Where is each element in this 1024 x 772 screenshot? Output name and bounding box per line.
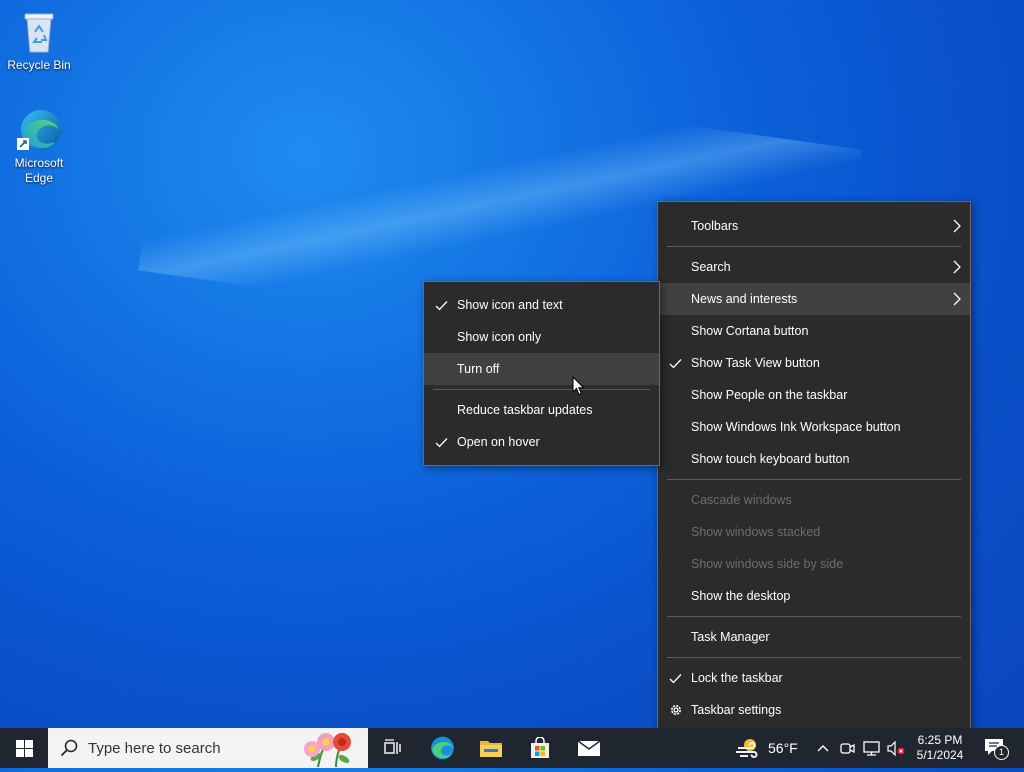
submenu-item-label: Open on hover (457, 435, 540, 449)
clock-date: 5/1/2024 (916, 748, 964, 762)
edge-icon (15, 106, 63, 154)
recycle-bin-icon (15, 8, 63, 56)
menu-item-label: Show Cortana button (691, 324, 809, 338)
submenu-item-label: Reduce taskbar updates (457, 403, 593, 417)
menu-item-label: Show the desktop (691, 589, 791, 603)
menu-separator (667, 657, 961, 658)
menu-item-show-windows-ink[interactable]: Show Windows Ink Workspace button (658, 411, 970, 443)
menu-item-news-and-interests[interactable]: News and interests (658, 283, 970, 315)
notification-count-badge: 1 (994, 745, 1009, 760)
tray-volume-button[interactable] (884, 728, 908, 768)
menu-item-label: Task Manager (691, 630, 770, 644)
recycle-bin-label: Recycle Bin (7, 58, 71, 72)
task-view-icon (384, 739, 401, 754)
submenu-item-show-icon-and-text[interactable]: Show icon and text (424, 289, 659, 321)
gear-icon (669, 694, 683, 726)
menu-item-show-cortana-button[interactable]: Show Cortana button (658, 315, 970, 347)
menu-item-show-people[interactable]: Show People on the taskbar (658, 379, 970, 411)
search-highlight-flowers-icon (298, 729, 360, 772)
menu-item-lock-the-taskbar[interactable]: Lock the taskbar (658, 662, 970, 694)
menu-item-show-windows-side-by-side: Show windows side by side (658, 548, 970, 580)
taskbar-context-menu: Toolbars Search News and interests Show … (657, 201, 971, 735)
network-icon (862, 740, 880, 756)
folder-icon (480, 741, 502, 757)
menu-separator (433, 389, 650, 390)
show-hidden-icons-button[interactable] (812, 728, 834, 768)
menu-item-label: Search (691, 260, 731, 274)
task-view-button[interactable] (368, 728, 416, 768)
search-icon (60, 739, 78, 762)
taskbar-mail-button[interactable] (565, 728, 613, 768)
desktop-icon-microsoft-edge[interactable]: Microsoft Edge (1, 106, 77, 186)
submenu-item-reduce-taskbar-updates[interactable]: Reduce taskbar updates (424, 394, 659, 426)
meet-now-icon (839, 742, 855, 754)
taskbar-search-box[interactable] (48, 728, 368, 768)
clock-time: 6:25 PM (917, 733, 963, 747)
menu-item-label: Cascade windows (691, 493, 792, 507)
menu-item-label: Show windows side by side (691, 557, 844, 571)
search-input[interactable] (88, 738, 288, 758)
menu-item-task-manager[interactable]: Task Manager (658, 621, 970, 653)
menu-item-label: Show Windows Ink Workspace button (691, 420, 901, 434)
taskbar-clock[interactable]: 6:25 PM 5/1/2024 (910, 728, 970, 768)
windows-logo-icon (15, 739, 33, 757)
submenu-item-label: Show icon only (457, 330, 542, 344)
menu-item-show-the-desktop[interactable]: Show the desktop (658, 580, 970, 612)
menu-item-cascade-windows: Cascade windows (658, 484, 970, 516)
weather-wind-icon (736, 739, 758, 758)
submenu-item-label: Show icon and text (457, 298, 563, 312)
menu-item-label: Show People on the taskbar (691, 388, 848, 402)
chevron-right-icon (952, 283, 962, 315)
news-interests-submenu: Show icon and text Show icon only Turn o… (423, 281, 660, 466)
chevron-right-icon (952, 251, 962, 283)
tray-network-button[interactable] (859, 728, 883, 768)
checkmark-icon (669, 662, 683, 694)
microsoft-edge-label: Microsoft Edge (14, 156, 64, 185)
menu-item-label: Taskbar settings (691, 703, 782, 717)
submenu-item-show-icon-only[interactable]: Show icon only (424, 321, 659, 353)
taskbar-file-explorer-button[interactable] (467, 728, 515, 768)
checkmark-icon (435, 426, 449, 458)
submenu-item-turn-off[interactable]: Turn off (424, 353, 659, 385)
weather-temperature: 56°F (768, 740, 798, 756)
mail-icon (577, 740, 601, 756)
taskbar: 56°F 6:25 PM 5/1/2024 1 (0, 728, 1024, 768)
menu-item-show-windows-stacked: Show windows stacked (658, 516, 970, 548)
store-bag-icon (531, 737, 549, 758)
menu-item-label: Show Task View button (691, 356, 820, 370)
submenu-item-open-on-hover[interactable]: Open on hover (424, 426, 659, 458)
menu-item-search[interactable]: Search (658, 251, 970, 283)
menu-item-show-task-view-button[interactable]: Show Task View button (658, 347, 970, 379)
action-center-button[interactable]: 1 (978, 728, 1010, 768)
desktop-icon-recycle-bin[interactable]: Recycle Bin (1, 8, 77, 73)
chevron-up-icon (817, 745, 829, 752)
menu-item-taskbar-settings[interactable]: Taskbar settings (658, 694, 970, 726)
news-and-interests-widget[interactable]: 56°F (734, 728, 804, 768)
volume-muted-icon (887, 740, 905, 756)
menu-separator (667, 479, 961, 480)
menu-item-label: Show windows stacked (691, 525, 821, 539)
mouse-cursor-icon (572, 375, 585, 401)
menu-separator (667, 616, 961, 617)
checkmark-icon (669, 347, 683, 379)
submenu-item-label: Turn off (457, 362, 500, 376)
menu-item-label: Toolbars (691, 219, 739, 233)
menu-separator (667, 246, 961, 247)
taskbar-edge-button[interactable] (418, 728, 466, 768)
edge-icon (431, 736, 454, 760)
checkmark-icon (435, 289, 449, 321)
menu-item-toolbars[interactable]: Toolbars (658, 210, 970, 242)
menu-item-show-touch-keyboard[interactable]: Show touch keyboard button (658, 443, 970, 475)
start-button[interactable] (0, 728, 48, 768)
menu-item-label: Lock the taskbar (691, 671, 783, 685)
menu-item-label: News and interests (691, 292, 798, 306)
taskbar-store-button[interactable] (516, 728, 564, 768)
chevron-right-icon (952, 210, 962, 242)
tray-meet-now-button[interactable] (836, 728, 858, 768)
menu-item-label: Show touch keyboard button (691, 452, 850, 466)
